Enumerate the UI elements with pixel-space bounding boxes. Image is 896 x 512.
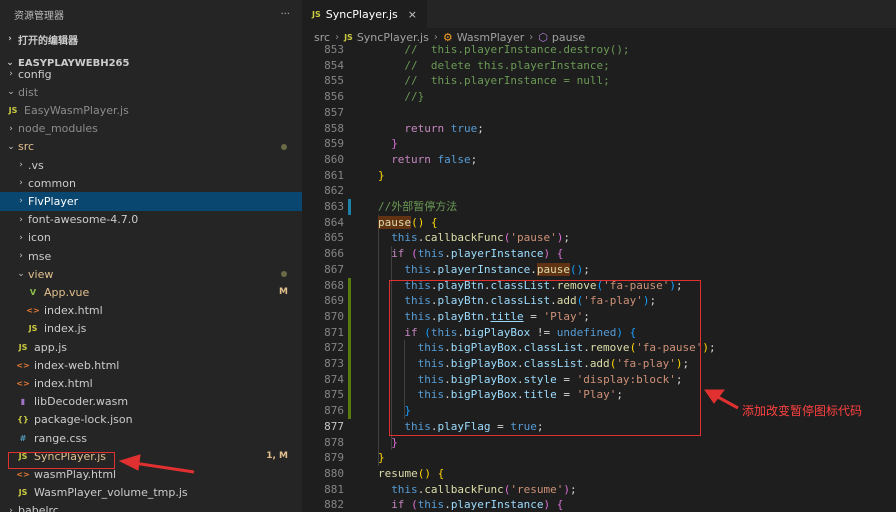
arrow-line-file bbox=[133, 461, 195, 474]
arrow-line-code bbox=[715, 394, 739, 410]
arrow-head-code bbox=[704, 389, 726, 404]
arrow-head-file bbox=[118, 454, 141, 471]
annotation-text: 添加改变暂停图标代码 bbox=[742, 404, 863, 418]
annotation-arrows bbox=[118, 389, 739, 474]
